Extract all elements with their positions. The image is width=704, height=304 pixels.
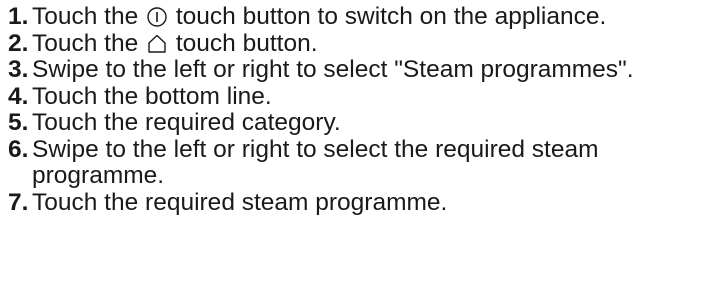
instruction-step: 6. Swipe to the left or right to select … bbox=[8, 135, 698, 190]
step-number: 5. bbox=[8, 109, 29, 136]
instruction-step: 3. Swipe to the left or right to select … bbox=[8, 56, 698, 84]
instruction-step: 1. Touch the touch button to switch on t… bbox=[8, 3, 698, 31]
step-number: 2. bbox=[8, 29, 29, 57]
step-text: Touch the required steam programme. bbox=[32, 188, 448, 216]
step-text: Swipe to the left or right to select "St… bbox=[32, 56, 634, 83]
step-number: 4. bbox=[8, 82, 29, 110]
step-text-after-icon: touch button. bbox=[169, 29, 318, 57]
step-number: 1. bbox=[8, 3, 29, 30]
instruction-step: 4. Touch the bottom line. bbox=[8, 82, 698, 111]
step-number: 7. bbox=[8, 188, 29, 216]
home-icon bbox=[146, 32, 168, 54]
step-text: Touch the touch button. bbox=[32, 29, 698, 58]
step-text: Swipe to the left or right to select the… bbox=[32, 135, 599, 189]
instruction-step: 2. Touch the touch button. bbox=[8, 29, 698, 58]
step-text: Touch the required category. bbox=[32, 109, 341, 136]
step-text-before-icon: Touch the bbox=[32, 29, 146, 57]
step-text: Touch the touch button to switch on the … bbox=[32, 3, 698, 31]
instruction-step: 7. Touch the required steam programme. bbox=[8, 188, 698, 217]
instruction-step: 5. Touch the required category. bbox=[8, 109, 698, 137]
step-number: 3. bbox=[8, 56, 29, 83]
instruction-list: 1. Touch the touch button to switch on t… bbox=[8, 3, 698, 217]
step-text-before-icon: Touch the bbox=[32, 3, 146, 30]
power-icon bbox=[146, 5, 168, 27]
step-text: Touch the bottom line. bbox=[32, 82, 272, 110]
step-number: 6. bbox=[8, 135, 29, 163]
step-text-after-icon: touch button to switch on the appliance. bbox=[169, 3, 607, 30]
